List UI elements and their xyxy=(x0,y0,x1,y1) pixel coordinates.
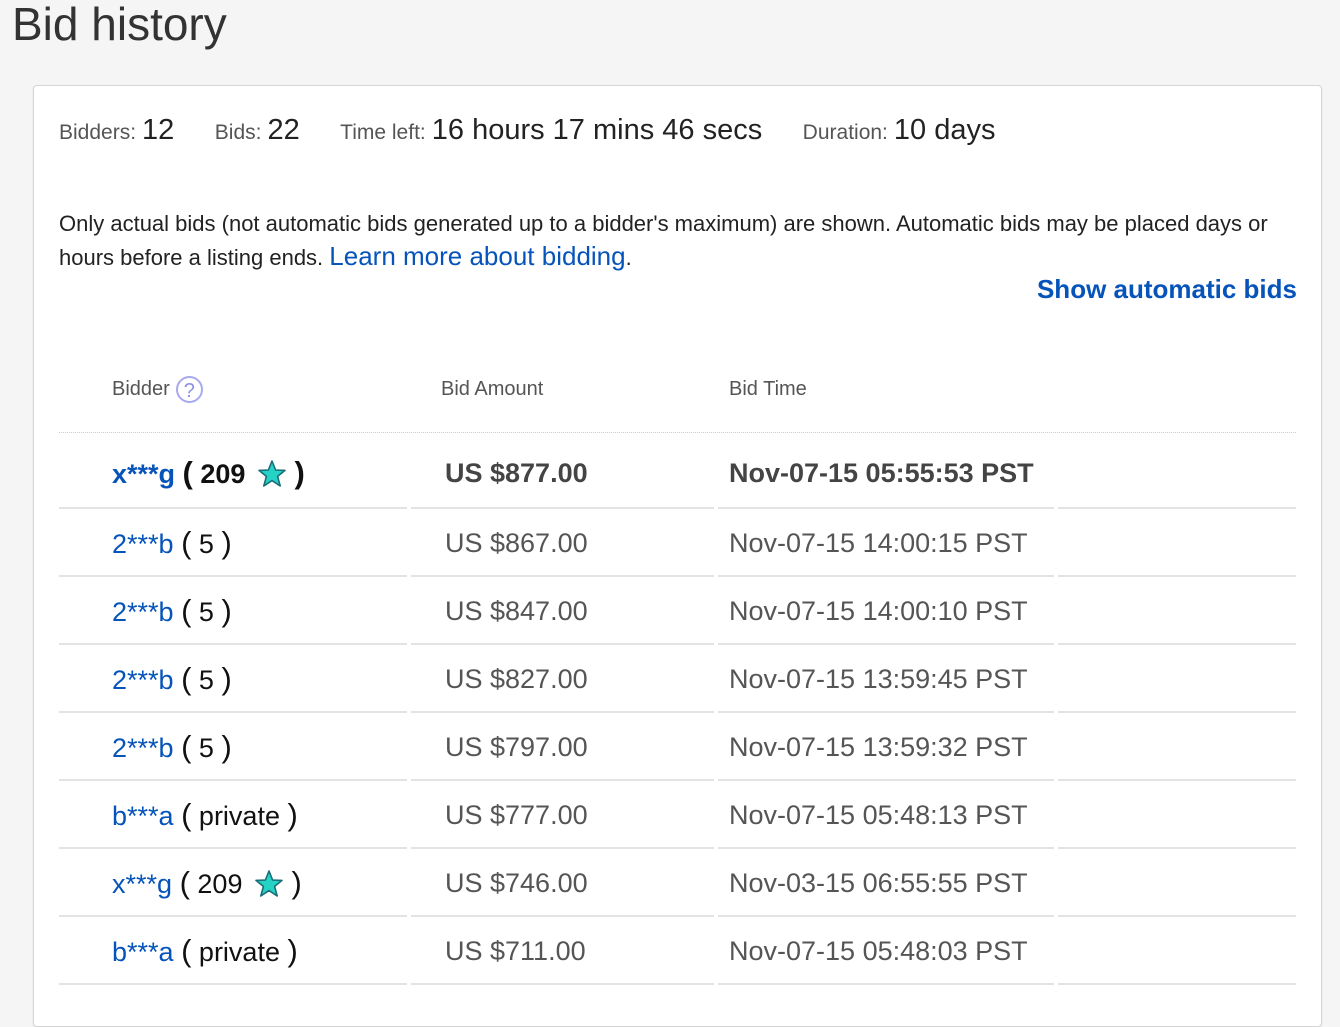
close-paren: ) xyxy=(291,865,302,900)
bid-time: Nov-03-15 06:55:55 PST xyxy=(729,868,1028,898)
bids-info-text: Only actual bids (not automatic bids gen… xyxy=(59,208,1279,274)
bids-value: 22 xyxy=(267,114,300,146)
table-row: b***a ( private ) US $777.00 Nov-07-15 05:… xyxy=(59,781,1296,849)
header-bid-amount: Bid Amount xyxy=(441,378,544,400)
feedback-score: 5 xyxy=(198,597,214,627)
row-divider xyxy=(411,983,714,985)
header-bidder-label: Bidder xyxy=(112,378,170,400)
bid-amount: US $847.00 xyxy=(445,596,588,626)
feedback-star-icon xyxy=(258,460,286,487)
close-paren: ) xyxy=(221,593,232,628)
feedback-score: private xyxy=(198,937,280,967)
show-automatic-bids-link[interactable]: Show automatic bids xyxy=(1037,274,1297,305)
bidder-cell: 2***b ( 5 ) xyxy=(112,713,232,782)
bidders-label: Bidders: xyxy=(59,121,137,144)
open-paren: ( xyxy=(179,865,190,900)
close-paren: ) xyxy=(221,661,232,696)
bid-time: Nov-07-15 13:59:32 PST xyxy=(729,732,1028,762)
row-divider xyxy=(59,983,407,985)
row-divider xyxy=(1058,983,1296,985)
table-row: x***g ( 209 ) US $877.00 Nov-07-15 05:55:5… xyxy=(59,433,1296,509)
auction-summary: Bidders: 12 Bids: 22 Time left: 16 hours 17… xyxy=(59,112,1031,153)
close-paren: ) xyxy=(221,729,232,764)
bidder-link[interactable]: x***g xyxy=(112,869,172,899)
bid-history-table: Bidder? Bid Amount Bid Time x***g ( 209 … xyxy=(59,368,1296,985)
bidder-cell: x***g ( 209 ) xyxy=(112,849,302,918)
bidder-link[interactable]: b***a xyxy=(112,937,174,967)
bid-amount: US $711.00 xyxy=(445,936,586,966)
feedback-score: private xyxy=(198,801,280,831)
close-paren: ) xyxy=(287,797,298,832)
bidder-cell: 2***b ( 5 ) xyxy=(112,577,232,646)
feedback-score: 209 xyxy=(197,869,243,899)
table-body: x***g ( 209 ) US $877.00 Nov-07-15 05:55:5… xyxy=(59,433,1296,985)
feedback-star-icon xyxy=(255,870,283,897)
info-body: Only actual bids (not automatic bids gen… xyxy=(59,211,1268,270)
table-row: b***a ( private ) US $711.00 Nov-07-15 05:… xyxy=(59,917,1296,985)
bids-count: Bids: 22 xyxy=(215,112,300,153)
bidder-link[interactable]: b***a xyxy=(112,801,174,831)
feedback-score: 5 xyxy=(198,529,214,559)
bidder-cell: 2***b ( 5 ) xyxy=(112,645,232,714)
bidder-link[interactable]: 2***b xyxy=(112,665,174,695)
bids-label: Bids: xyxy=(214,121,262,144)
question-circle-icon[interactable]: ? xyxy=(175,376,203,404)
open-paren: ( xyxy=(181,593,192,628)
duration-value: 10 days xyxy=(893,114,996,146)
learn-more-bidding-link[interactable]: Learn more about bidding xyxy=(329,241,625,271)
bidder-cell: b***a ( private ) xyxy=(112,781,298,850)
bid-amount: US $867.00 xyxy=(445,528,588,558)
table-header: Bidder? Bid Amount Bid Time xyxy=(59,368,1296,433)
open-paren: ( xyxy=(181,525,192,560)
bid-time: Nov-07-15 14:00:15 PST xyxy=(729,528,1028,558)
bidder-link[interactable]: 2***b xyxy=(112,733,174,763)
close-paren: ) xyxy=(221,525,232,560)
bid-time: Nov-07-15 05:48:13 PST xyxy=(729,800,1028,830)
open-paren: ( xyxy=(181,729,192,764)
bidder-link[interactable]: 2***b xyxy=(112,529,174,559)
bid-time: Nov-07-15 13:59:45 PST xyxy=(729,664,1028,694)
bidder-link[interactable]: x***g xyxy=(112,459,175,489)
open-paren: ( xyxy=(182,455,193,490)
bid-amount: US $797.00 xyxy=(445,732,588,762)
time-left-value: 16 hours 17 mins 46 secs xyxy=(431,114,763,146)
bid-amount: US $746.00 xyxy=(445,868,588,898)
open-paren: ( xyxy=(181,661,192,696)
bid-amount: US $777.00 xyxy=(445,800,588,830)
close-paren: ) xyxy=(287,933,298,968)
table-row: 2***b ( 5 ) US $867.00 Nov-07-15 14:00:15 … xyxy=(59,509,1296,577)
time-left: Time left: 16 hours 17 mins 46 secs xyxy=(340,112,762,153)
bid-history-panel: Bidders: 12 Bids: 22 Time left: 16 hours 17… xyxy=(33,85,1322,1027)
bidder-cell: b***a ( private ) xyxy=(112,917,298,986)
feedback-score: 5 xyxy=(198,733,214,763)
table-row: 2***b ( 5 ) US $797.00 Nov-07-15 13:59:32 … xyxy=(59,713,1296,781)
table-row: x***g ( 209 ) US $746.00 Nov-03-15 06:55:5… xyxy=(59,849,1296,917)
bid-amount: US $827.00 xyxy=(445,664,588,694)
bid-time: Nov-07-15 05:48:03 PST xyxy=(729,936,1028,966)
header-bid-time: Bid Time xyxy=(729,378,807,400)
bidders-value: 12 xyxy=(142,114,175,146)
bid-amount: US $877.00 xyxy=(445,458,588,488)
feedback-score: 5 xyxy=(198,665,214,695)
open-paren: ( xyxy=(181,933,192,968)
duration: Duration: 10 days xyxy=(803,112,996,153)
time-left-label: Time left: xyxy=(340,121,426,144)
table-row: 2***b ( 5 ) US $847.00 Nov-07-15 14:00:10 … xyxy=(59,577,1296,645)
info-trailing: . xyxy=(625,245,632,270)
bid-time: Nov-07-15 14:00:10 PST xyxy=(729,596,1028,626)
bidders-count: Bidders: 12 xyxy=(59,112,174,153)
open-paren: ( xyxy=(181,797,192,832)
duration-label: Duration: xyxy=(802,121,888,144)
bid-time: Nov-07-15 05:55:53 PST xyxy=(729,458,1034,488)
bidder-cell: 2***b ( 5 ) xyxy=(112,509,232,578)
feedback-score: 209 xyxy=(200,459,246,489)
close-paren: ) xyxy=(294,455,305,490)
bidder-link[interactable]: 2***b xyxy=(112,597,174,627)
table-row: 2***b ( 5 ) US $827.00 Nov-07-15 13:59:45 … xyxy=(59,645,1296,713)
page-title: Bid history xyxy=(12,0,227,50)
row-divider xyxy=(718,983,1054,985)
bidder-cell: x***g ( 209 ) xyxy=(112,433,305,514)
header-bidder: Bidder? xyxy=(112,374,203,404)
